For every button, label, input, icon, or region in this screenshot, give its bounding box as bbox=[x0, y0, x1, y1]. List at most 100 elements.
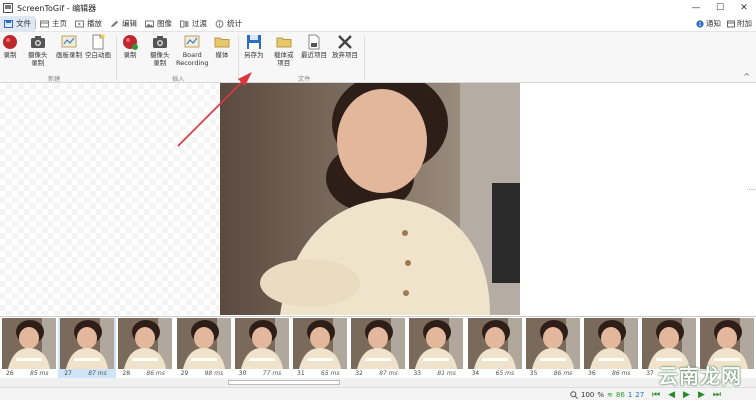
frame-thumbnail-image bbox=[118, 318, 173, 369]
frame-thumbnail-image bbox=[351, 318, 406, 369]
pencil-icon bbox=[111, 20, 118, 27]
load-project-button[interactable]: 载体或 项目 bbox=[274, 34, 294, 67]
frame-number: 27 bbox=[64, 370, 72, 377]
play-icon bbox=[75, 20, 84, 27]
record-icon bbox=[3, 35, 17, 49]
folder-icon bbox=[214, 37, 230, 48]
tab-edit[interactable]: 编辑 bbox=[106, 16, 141, 31]
frame-thumbnail[interactable]: 29 98 ms bbox=[175, 318, 233, 379]
status-bar: 100 % ≋ 86 1 27 ⏮ ◀ ▶ ▶ ⏭ bbox=[0, 387, 756, 400]
zoom-icon bbox=[570, 390, 578, 399]
frame-thumbnail[interactable]: 27 87 ms bbox=[58, 318, 117, 379]
webcam-record-label: 摄像头 录制 bbox=[28, 51, 48, 67]
minimize-button[interactable]: — bbox=[684, 0, 708, 16]
insert-webcam-button[interactable]: 摄像头 录制 bbox=[150, 34, 170, 67]
frame-thumbnail-image bbox=[584, 318, 638, 369]
info-icon bbox=[215, 19, 224, 28]
save-as-button[interactable]: 另存为 bbox=[244, 34, 264, 60]
recent-file-icon bbox=[308, 34, 320, 50]
editor-canvas: … bbox=[0, 83, 756, 315]
first-frame-button[interactable]: ⏮ bbox=[652, 390, 660, 400]
frame-number: 32 bbox=[355, 370, 363, 377]
recent-projects-label: 最近项目 bbox=[301, 51, 327, 59]
frame-duration: 86 ms bbox=[146, 370, 165, 377]
frame-thumbnail[interactable]: 28 86 ms bbox=[116, 318, 174, 379]
board-icon bbox=[184, 35, 200, 48]
tab-file[interactable]: 文件 bbox=[0, 16, 35, 31]
zoom-value[interactable]: 100 bbox=[581, 391, 594, 399]
frame-thumbnail[interactable]: 26 85 ms bbox=[0, 318, 58, 379]
recent-projects-button[interactable]: 最近项目 bbox=[301, 34, 327, 60]
tab-play[interactable]: 播放 bbox=[71, 16, 106, 31]
board-recording-label: Board Recording bbox=[176, 51, 209, 67]
frame-thumbnail[interactable]: 32 87 ms bbox=[349, 318, 407, 379]
board-recording-button[interactable]: Board Recording bbox=[176, 34, 209, 67]
next-frame-button[interactable]: ▶ bbox=[698, 390, 705, 400]
insert-record-button[interactable]: 录制 bbox=[122, 34, 138, 60]
frame-photo bbox=[220, 83, 520, 315]
frame-count-icon: ≋ bbox=[607, 390, 613, 399]
insert-record-label: 录制 bbox=[123, 51, 137, 59]
frame-thumbnail[interactable]: 30 77 ms bbox=[233, 318, 291, 379]
frame-number: 36 bbox=[588, 370, 596, 377]
frame-number: 34 bbox=[471, 370, 480, 377]
frame-number: 29 bbox=[180, 370, 189, 377]
previous-frame-button[interactable]: ◀ bbox=[668, 390, 675, 400]
attach-button[interactable]: 附加 bbox=[727, 18, 752, 29]
blank-file-icon bbox=[92, 34, 105, 50]
group-label-file: 文件 bbox=[298, 76, 311, 83]
tab-image[interactable]: 图像 bbox=[141, 16, 176, 31]
tab-play-label: 播放 bbox=[87, 19, 102, 28]
frame-duration: 87 ms bbox=[88, 370, 107, 377]
tab-transitions[interactable]: 过渡 bbox=[176, 16, 211, 31]
board-record-label: 画板录制 bbox=[56, 51, 82, 59]
maximize-button[interactable]: ☐ bbox=[708, 0, 732, 16]
scrollbar-thumb[interactable] bbox=[228, 380, 340, 385]
frame-thumbnail[interactable]: 33 81 ms bbox=[407, 318, 465, 379]
watermark-logo: 云南龙网 bbox=[658, 364, 742, 388]
floppy-icon bbox=[246, 35, 261, 49]
frame-duration: 87 ms bbox=[379, 370, 398, 377]
frame-thumbnail[interactable]: 36 86 ms bbox=[582, 318, 640, 379]
play-button[interactable]: ▶ bbox=[683, 390, 690, 400]
camera-icon bbox=[30, 36, 45, 48]
ribbon-collapse-button[interactable]: ^ bbox=[743, 72, 750, 81]
tab-statistics-label: 统计 bbox=[227, 19, 242, 28]
webcam-record-button[interactable]: 摄像头 录制 bbox=[28, 34, 48, 67]
group-separator bbox=[364, 36, 365, 80]
frame-number: 33 bbox=[413, 370, 422, 377]
group-label-new: 新建 bbox=[48, 76, 61, 83]
blank-animation-button[interactable]: 空白动画 bbox=[85, 34, 111, 60]
tab-edit-label: 编辑 bbox=[122, 19, 137, 28]
home-icon bbox=[40, 20, 49, 27]
frame-thumbnail-image bbox=[409, 318, 464, 369]
frame-thumbnail[interactable]: 34 65 ms bbox=[466, 318, 524, 379]
svg-text:1: 1 bbox=[698, 22, 701, 28]
notify-button[interactable]: 1 通知 bbox=[696, 18, 721, 29]
frame-count: 86 bbox=[615, 390, 625, 399]
tab-transitions-label: 过渡 bbox=[192, 19, 207, 28]
frame-timeline: 26 85 ms 27 87 ms 28 86 ms 29 98 ms 30 77 ms 31 65 … bbox=[0, 316, 756, 379]
transition-icon bbox=[180, 20, 189, 27]
frame-duration: 85 ms bbox=[30, 370, 49, 377]
timeline-scrollbar[interactable] bbox=[0, 378, 756, 387]
title-bar: ScreenToGif - 编辑器 — ☐ ✕ bbox=[0, 0, 756, 16]
record-button[interactable]: 录制 bbox=[2, 34, 18, 60]
selected-count: 1 bbox=[627, 390, 633, 399]
tab-home[interactable]: 主页 bbox=[36, 16, 71, 31]
media-button[interactable]: 媒体 bbox=[214, 34, 230, 60]
discard-project-label: 放弃项目 bbox=[332, 51, 358, 59]
frame-number: 31 bbox=[297, 370, 305, 377]
attach-label: 附加 bbox=[737, 19, 752, 28]
group-separator bbox=[116, 36, 117, 80]
frame-thumbnail-image bbox=[525, 318, 580, 369]
discard-project-button[interactable]: 放弃项目 bbox=[332, 34, 358, 60]
frame-thumbnail[interactable]: 35 86 ms bbox=[524, 318, 582, 379]
close-button[interactable]: ✕ bbox=[732, 0, 756, 16]
frame-thumbnail[interactable]: 31 65 ms bbox=[291, 318, 349, 379]
frame-number: 28 bbox=[122, 370, 131, 377]
board-record-button[interactable]: 画板录制 bbox=[56, 34, 82, 60]
last-frame-button[interactable]: ⏭ bbox=[713, 390, 721, 400]
frame-duration: 65 ms bbox=[321, 370, 340, 377]
tab-statistics[interactable]: 统计 bbox=[211, 16, 246, 31]
